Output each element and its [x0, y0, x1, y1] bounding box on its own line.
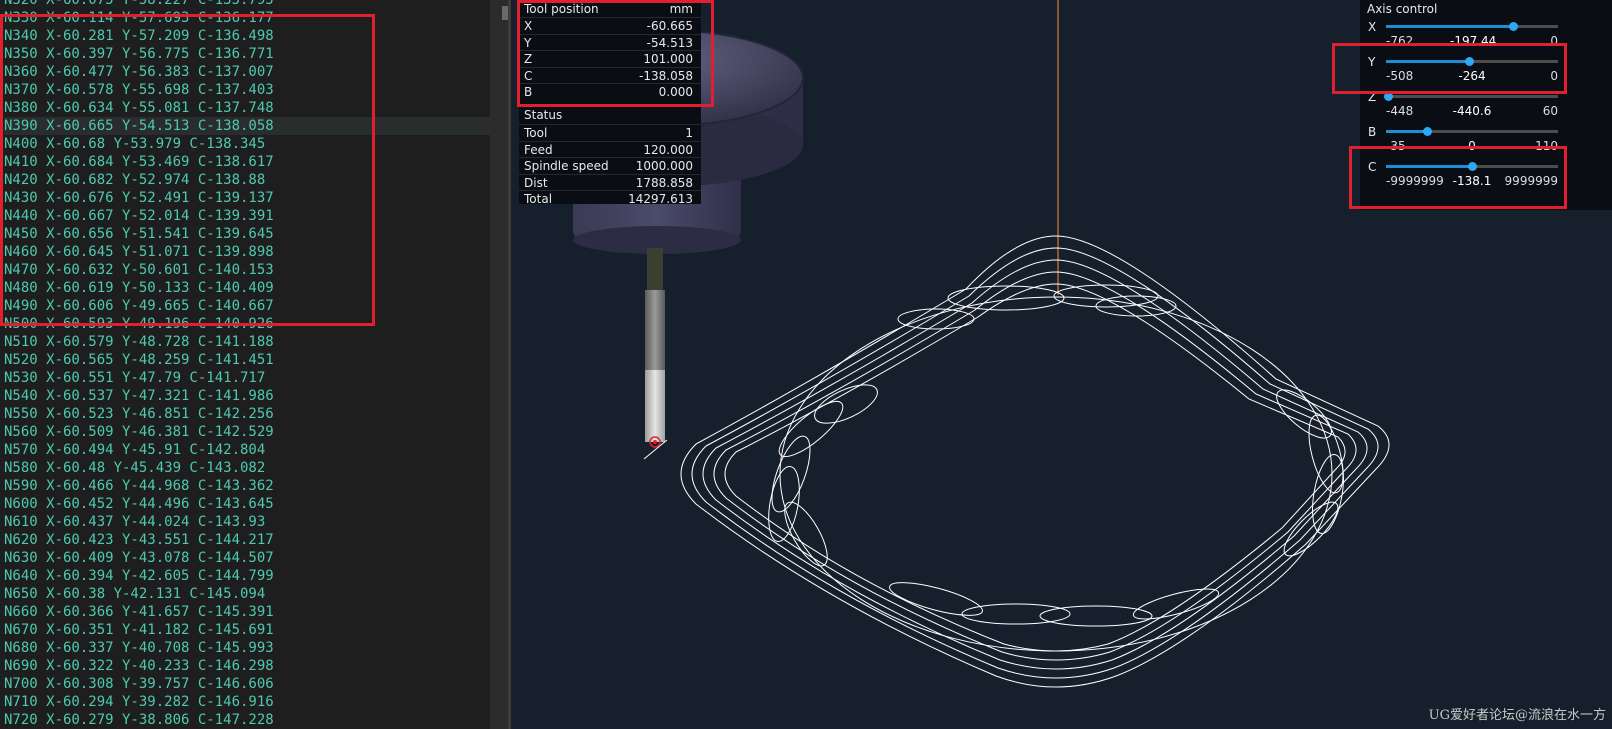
gcode-line[interactable]: N550 X-60.523 Y-46.851 C-142.256	[4, 405, 490, 423]
axis-slider-track[interactable]	[1386, 22, 1558, 31]
gcode-line[interactable]: N630 X-60.409 Y-43.078 C-144.507	[4, 549, 490, 567]
axis-slider-handle[interactable]	[1423, 127, 1433, 136]
status-value: 1	[685, 126, 693, 140]
axis-current-value: -440.6	[1452, 104, 1492, 118]
gcode-line[interactable]: N720 X-60.279 Y-38.806 C-147.228	[4, 711, 490, 729]
status-label: Spindle speed	[524, 159, 609, 173]
highlight-box-axis-y	[1332, 43, 1567, 94]
status-label: Total	[524, 192, 553, 206]
gcode-line[interactable]: N680 X-60.337 Y-40.708 C-145.993	[4, 639, 490, 657]
gcode-line[interactable]: N710 X-60.294 Y-39.282 C-146.916	[4, 693, 490, 711]
axis-control-title: Axis control	[1367, 2, 1438, 16]
status-title: Status	[524, 108, 563, 122]
gcode-line[interactable]: N640 X-60.394 Y-42.605 C-144.799	[4, 567, 490, 585]
gcode-line[interactable]: N610 X-60.437 Y-44.024 C-143.93	[4, 513, 490, 531]
gcode-line[interactable]: N590 X-60.466 Y-44.968 C-143.362	[4, 477, 490, 495]
axis-control-header: Axis control	[1360, 1, 1612, 17]
gcode-line[interactable]: N560 X-60.509 Y-46.381 C-142.529	[4, 423, 490, 441]
status-value: 1000.000	[635, 159, 693, 173]
status-label: Dist	[524, 175, 548, 190]
axis-slider-row-z: Z -448 -440.6 60	[1360, 89, 1612, 123]
gcode-line[interactable]: N580 X-60.48 Y-45.439 C-143.082	[4, 459, 490, 477]
gcode-line[interactable]: N520 X-60.565 Y-48.259 C-141.451	[4, 351, 490, 369]
axis-slider-track[interactable]	[1386, 127, 1558, 136]
watermark-text: UG爱好者论坛@流浪在水一方	[1428, 708, 1606, 723]
gcode-line[interactable]: N510 X-60.579 Y-48.728 C-141.188	[4, 333, 490, 351]
axis-slider-track[interactable]	[1383, 92, 1558, 101]
highlight-box-tool-position	[517, 0, 714, 107]
status-row: Tool 1	[519, 124, 701, 141]
status-row: Feed 120.000	[519, 140, 701, 158]
axis-name-label: X	[1368, 20, 1377, 34]
gcode-line[interactable]: N660 X-60.366 Y-41.657 C-145.391	[4, 603, 490, 621]
status-header: Status	[519, 107, 701, 123]
axis-slider-fill	[1386, 130, 1428, 133]
gcode-line[interactable]: N650 X-60.38 Y-42.131 C-145.094	[4, 585, 490, 603]
status-row: Total 14297.613	[519, 190, 701, 207]
highlight-box-gcode-lines	[0, 14, 375, 326]
status-row: Spindle speed 1000.000	[519, 157, 701, 174]
editor-scrollbar[interactable]	[490, 0, 508, 729]
status-value: 120.000	[643, 142, 693, 157]
axis-slider-handle[interactable]	[1509, 22, 1519, 31]
gcode-line[interactable]: N690 X-60.322 Y-40.233 C-146.298	[4, 657, 490, 675]
gcode-line[interactable]: N700 X-60.308 Y-39.757 C-146.606	[4, 675, 490, 693]
cutting-tool	[643, 248, 668, 460]
axis-name-label: B	[1368, 125, 1377, 139]
status-value: 1788.858	[635, 175, 693, 190]
axis-slider-fill	[1386, 25, 1514, 28]
gcode-line[interactable]: N540 X-60.537 Y-47.321 C-141.986	[4, 387, 490, 405]
highlight-box-axis-c	[1349, 146, 1567, 209]
gcode-line[interactable]: N320 X-60.075 Y-58.227 C-135.795	[4, 0, 490, 9]
status-value: 14297.613	[628, 192, 693, 206]
gcode-line[interactable]: N620 X-60.423 Y-43.551 C-144.217	[4, 531, 490, 549]
gcode-line[interactable]: N570 X-60.494 Y-45.91 C-142.804	[4, 441, 490, 459]
status-label: Tool	[524, 126, 548, 140]
gcode-line[interactable]: N670 X-60.351 Y-41.182 C-145.691	[4, 621, 490, 639]
toolpath-lines	[680, 235, 1390, 688]
axis-min-value: -448	[1386, 104, 1414, 118]
status-row: Dist 1788.858	[519, 173, 701, 191]
gcode-line[interactable]: N530 X-60.551 Y-47.79 C-141.717	[4, 369, 490, 387]
axis-range: -448 -440.6 60	[1360, 104, 1558, 118]
gcode-line[interactable]: N600 X-60.452 Y-44.496 C-143.645	[4, 495, 490, 513]
status-label: Feed	[524, 142, 553, 157]
axis-max-value: 60	[1542, 104, 1558, 118]
